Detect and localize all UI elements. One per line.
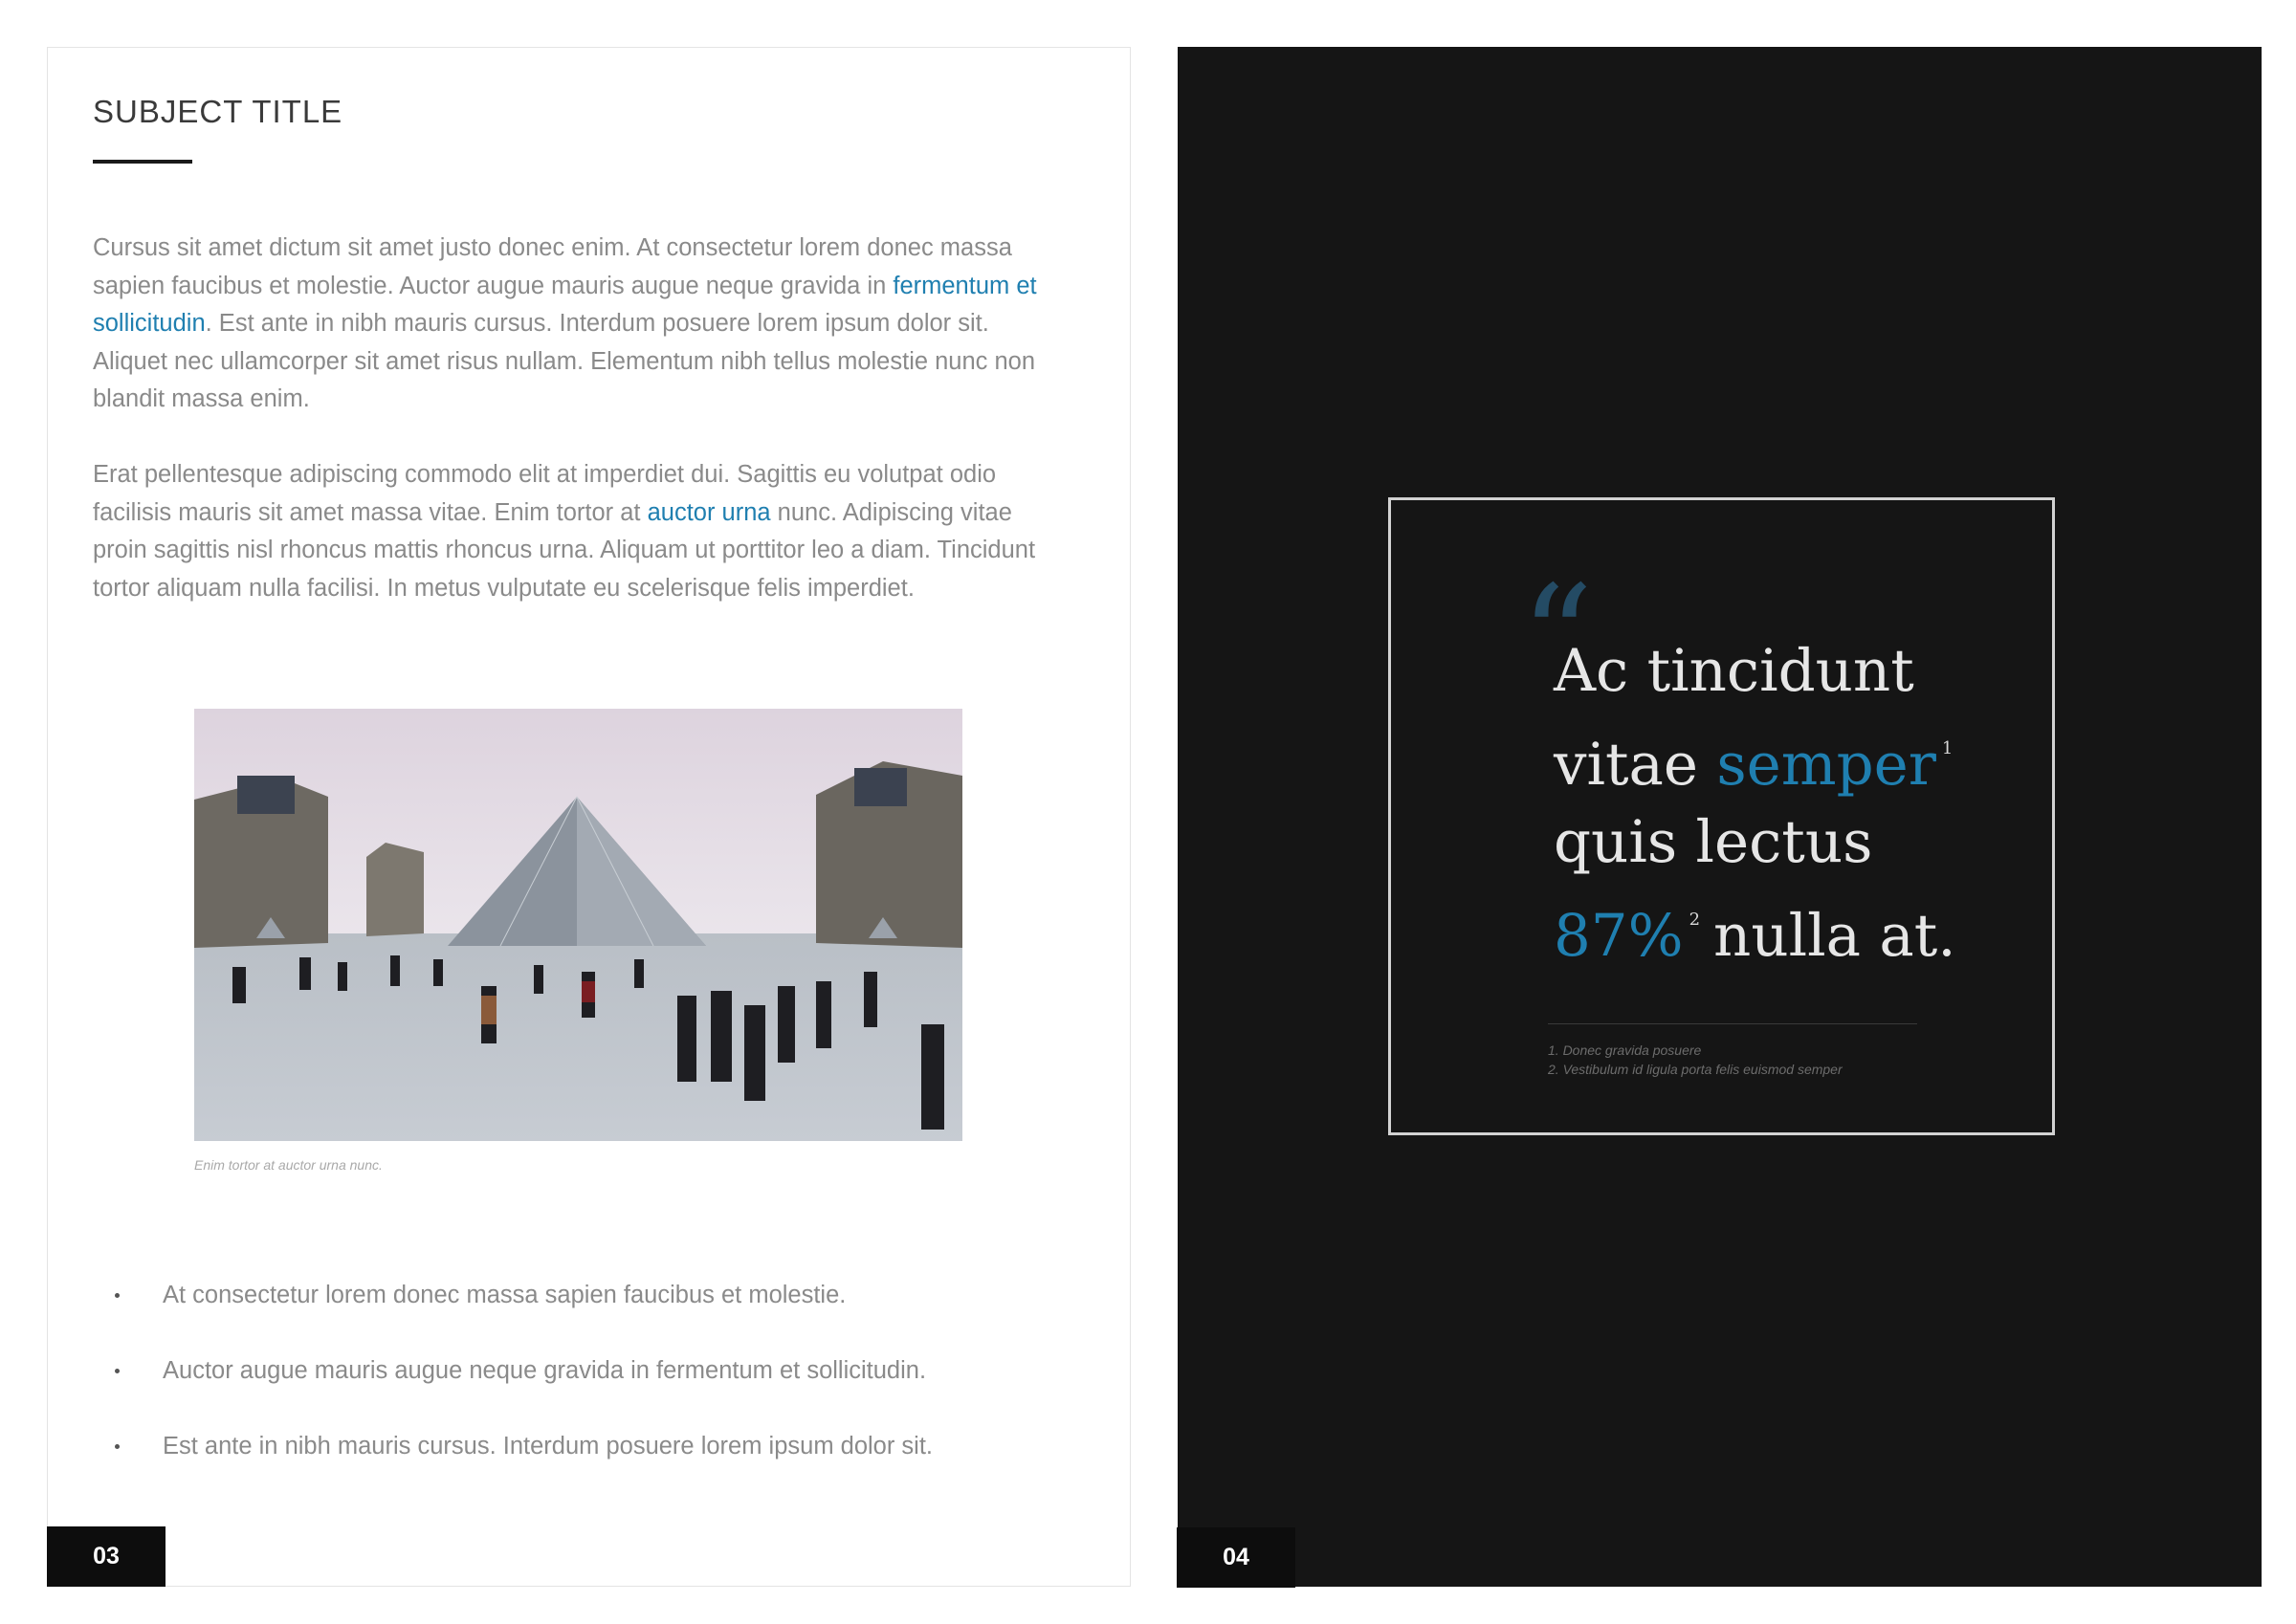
- page-04: “ Ac tincidunt vitae semper 1 quis lectus…: [1177, 47, 2262, 1588]
- list-item: Est ante in nibh mauris cursus. Interdum…: [115, 1431, 1100, 1506]
- photo-caption: Enim tortor at auctor urna nunc.: [194, 1157, 383, 1173]
- quote-text: vitae: [1554, 731, 1717, 799]
- bullet-icon: [115, 1444, 120, 1449]
- bullet-icon: [115, 1369, 120, 1373]
- page-03: SUBJECT TITLE Cursus sit amet dictum sit…: [47, 47, 1131, 1587]
- list-item: Auctor augue mauris augue neque gravida …: [115, 1355, 1100, 1431]
- bullet-icon: [115, 1293, 120, 1298]
- list-item: At consectetur lorem donec massa sapien …: [115, 1280, 1100, 1355]
- quote-line-4: 87% 2 nulla at.: [1554, 881, 2013, 975]
- list-item-text: Est ante in nibh mauris cursus. Interdum…: [163, 1433, 934, 1459]
- pull-quote: Ac tincidunt vitae semper 1 quis lectus 8…: [1554, 632, 2013, 975]
- footnote-2: 2. Vestibulum id ligula porta felis euis…: [1548, 1062, 1843, 1077]
- title-underline: [93, 160, 192, 164]
- paragraph-text: Cursus sit amet dictum sit amet justo do…: [93, 234, 1012, 299]
- list-item-text: At consectetur lorem donec massa sapien …: [163, 1282, 847, 1308]
- footnotes: 1. Donec gravida posuere 2. Vestibulum i…: [1548, 1041, 1843, 1079]
- louvre-photo: [194, 709, 962, 1141]
- page-number: 04: [1177, 1527, 1295, 1588]
- quote-line-3: quis lectus: [1554, 808, 1873, 876]
- list-item-text: Auctor augue mauris augue neque gravida …: [163, 1357, 927, 1384]
- page-title: SUBJECT TITLE: [93, 94, 343, 129]
- page-number: 03: [47, 1526, 166, 1587]
- footnote-divider: [1548, 1023, 1917, 1024]
- quote-text: nulla at.: [1713, 902, 1956, 970]
- bullet-list: At consectetur lorem donec massa sapien …: [115, 1280, 1100, 1506]
- footnote-ref-1[interactable]: 1: [1942, 738, 1953, 758]
- body-paragraph-1: Cursus sit amet dictum sit amet justo do…: [93, 230, 1069, 419]
- quote-line-1: Ac tincidunt: [1554, 637, 1914, 705]
- quote-line-2: vitae semper 1: [1554, 710, 2013, 803]
- link-auctor-urna[interactable]: auctor urna: [648, 499, 771, 526]
- quote-accent: 87%: [1554, 902, 1684, 970]
- pull-quote-box: “ Ac tincidunt vitae semper 1 quis lectus…: [1388, 497, 2055, 1135]
- paragraph-text: . Est ante in nibh mauris cursus. Interd…: [93, 310, 1036, 412]
- quote-accent: semper: [1716, 731, 1936, 799]
- footnote-ref-2[interactable]: 2: [1689, 910, 1700, 930]
- body-paragraph-2: Erat pellentesque adipiscing commodo eli…: [93, 456, 1069, 607]
- footnote-1: 1. Donec gravida posuere: [1548, 1042, 1702, 1058]
